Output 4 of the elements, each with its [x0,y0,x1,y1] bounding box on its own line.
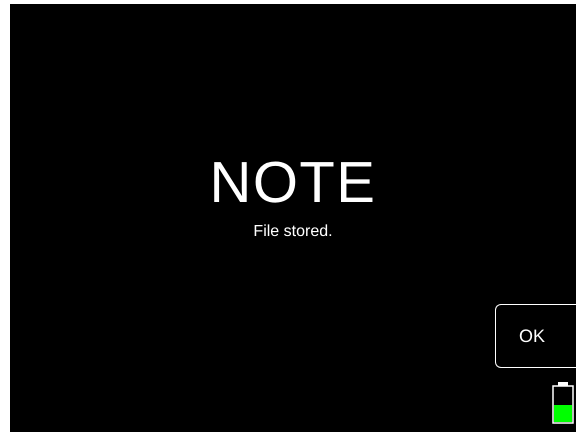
battery-icon [552,382,574,424]
dialog-message: File stored. [253,222,333,242]
ok-button[interactable]: OK [495,304,576,368]
dialog-title: NOTE [210,154,376,212]
